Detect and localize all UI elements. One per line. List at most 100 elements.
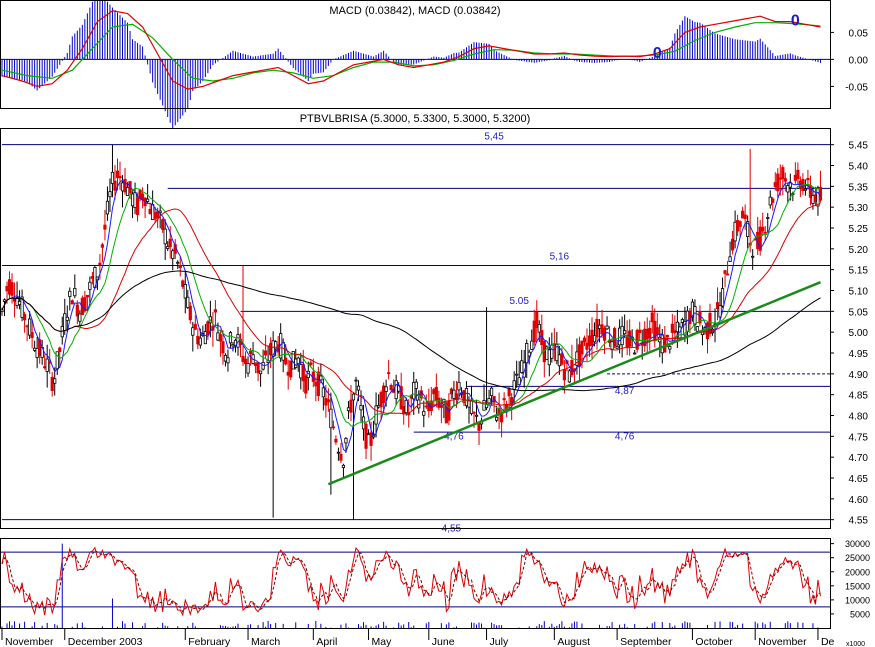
- macd-tick-label: -0.05: [845, 82, 868, 93]
- candle-body: [269, 343, 273, 356]
- candle-body: [133, 192, 137, 209]
- candle-body: [334, 438, 338, 443]
- candle-body: [673, 330, 677, 334]
- candle-body: [650, 312, 654, 323]
- candle-body: [166, 246, 170, 249]
- candle-body: [781, 167, 785, 179]
- candle-body: [246, 362, 250, 374]
- x-axis-label: February: [188, 636, 231, 647]
- candle-body: [103, 224, 107, 230]
- candle-body: [404, 399, 408, 414]
- candle-body: [482, 400, 486, 411]
- candle-body: [289, 360, 293, 378]
- volume-tick-label: 25000: [845, 553, 870, 563]
- candle-body: [161, 219, 165, 230]
- candle-body: [670, 323, 674, 333]
- candle-body: [592, 335, 597, 343]
- candle-body: [452, 389, 456, 399]
- candle-body: [695, 326, 700, 332]
- candle-body: [354, 379, 358, 382]
- candle-body: [557, 354, 561, 367]
- candle-body: [243, 358, 248, 365]
- macd-tick-label: 0.05: [849, 28, 869, 39]
- candle-body: [176, 261, 180, 264]
- candle-body: [163, 228, 167, 245]
- candle-body: [183, 283, 187, 299]
- candle-body: [638, 329, 642, 334]
- x-axis-label: July: [490, 636, 509, 647]
- price-title: PTBVLBRISA (5.3000, 5.3300, 5.3000, 5.32…: [300, 113, 531, 125]
- price-tick-label: 5.10: [849, 287, 869, 298]
- candle-body: [489, 387, 494, 396]
- candle-body: [675, 321, 679, 333]
- candle-body: [462, 390, 466, 403]
- candle-body: [570, 360, 574, 376]
- level-label: 5.05: [509, 296, 529, 307]
- candle-body: [776, 173, 780, 192]
- x-axis-label: December 2003: [68, 636, 143, 647]
- candle-body: [326, 399, 330, 403]
- candle-body: [58, 347, 62, 353]
- candle-body: [178, 265, 182, 268]
- candle-body: [816, 187, 820, 207]
- candle-body: [2, 299, 7, 302]
- candle-body: [17, 300, 22, 306]
- candle-body: [181, 280, 185, 287]
- macd-tick-label: 0.00: [849, 55, 869, 66]
- candle-body: [813, 194, 818, 202]
- candle-body: [562, 369, 566, 381]
- candle-body: [193, 323, 197, 330]
- candle-body: [786, 185, 790, 193]
- candle-body: [532, 320, 536, 343]
- candle-body: [231, 343, 235, 347]
- candle-body: [198, 337, 202, 346]
- candle-body: [474, 414, 479, 417]
- candle-body: [356, 385, 361, 391]
- x-axis-label: De: [821, 636, 835, 647]
- candle-body: [793, 174, 797, 181]
- candle-body: [766, 217, 770, 219]
- candle-body: [384, 386, 388, 392]
- candle-body: [467, 400, 471, 408]
- candle-body: [359, 404, 363, 411]
- price-tick-label: 5.35: [849, 182, 869, 193]
- candle-body: [188, 305, 192, 321]
- candle-body: [286, 371, 290, 376]
- volume-tick-label: 15000: [845, 581, 870, 591]
- candle-body: [387, 372, 391, 375]
- candle-body: [329, 408, 333, 429]
- price-tick-label: 5.30: [849, 203, 869, 214]
- candle-body: [105, 200, 110, 215]
- candle-body: [660, 334, 664, 354]
- candle-body: [88, 281, 92, 290]
- candle-body: [85, 294, 89, 298]
- candle-body: [65, 316, 69, 321]
- candle-body: [321, 387, 325, 398]
- candle-body: [437, 397, 441, 408]
- candle-body: [228, 332, 233, 344]
- candle-body: [811, 195, 815, 204]
- candle-body: [502, 398, 506, 401]
- volume-tick-label: 10000: [845, 595, 870, 605]
- candle-body: [296, 357, 300, 364]
- candle-body: [256, 362, 260, 374]
- candle-body: [5, 285, 9, 292]
- candle-body: [78, 313, 82, 322]
- candle-body: [633, 352, 637, 355]
- volume-tick-label: 30000: [845, 539, 870, 549]
- candle-body: [213, 309, 218, 313]
- candle-body: [110, 171, 115, 184]
- level-label: 5,45: [484, 132, 504, 143]
- stock-chart: MACD (0.03842), MACD (0.03842) 0.05 0.00 -…: [0, 0, 875, 647]
- candle-body: [560, 353, 564, 365]
- candle-body: [720, 288, 725, 307]
- macd-title: MACD (0.03842), MACD (0.03842): [329, 5, 500, 17]
- candle-body: [319, 375, 323, 381]
- candle-body: [625, 336, 629, 348]
- candle-body: [344, 437, 348, 444]
- candle-body: [648, 327, 652, 339]
- candle-body: [146, 198, 150, 202]
- x-axis-label: May: [372, 636, 393, 647]
- candle-body: [123, 178, 127, 193]
- candle-body: [191, 327, 195, 336]
